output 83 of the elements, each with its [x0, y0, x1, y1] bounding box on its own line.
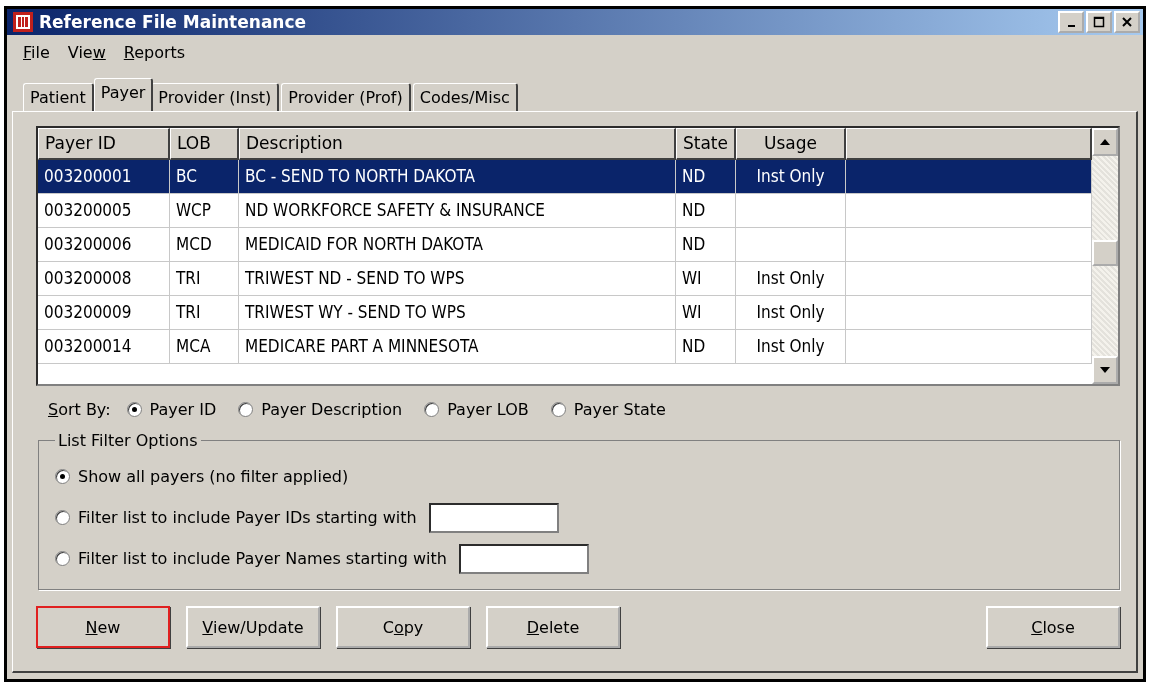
close-dialog-button[interactable]: Close — [986, 606, 1120, 648]
maximize-icon — [1093, 16, 1105, 28]
group-title: List Filter Options — [57, 431, 199, 450]
table-cell: 003200001 — [44, 166, 132, 186]
input-field[interactable] — [458, 543, 589, 574]
table-row[interactable]: 003200014 MCA MEDICARE PART A MINNESOTA ND Inst Only — [38, 330, 1092, 364]
table-cell: WI — [682, 268, 702, 288]
table-row[interactable]: 003200001 BC BC - SEND TO NORTH DAKOTA ND Inst Only — [38, 160, 1092, 194]
radio-option[interactable]: Payer State — [550, 400, 666, 419]
table-cell: ND WORKFORCE SAFETY & INSURANCE — [245, 200, 545, 220]
table-cell: ND — [682, 166, 706, 186]
table-cell: ND — [682, 200, 706, 220]
table-cell: Inst Only — [756, 166, 825, 186]
table-cell: Inst Only — [756, 336, 825, 356]
table-cell: BC - SEND TO NORTH DAKOTA — [245, 166, 475, 186]
table-cell: MEDICARE PART A MINNESOTA — [245, 336, 479, 356]
radio-button[interactable] — [55, 469, 70, 484]
table-row[interactable]: 003200008 TRI TRIWEST ND - SEND TO WPS WI Inst Only — [38, 262, 1092, 296]
table-row[interactable]: 003200006 MCD MEDICAID FOR NORTH DAKOTA ND — [38, 228, 1092, 262]
column-header[interactable]: LOB — [170, 128, 239, 160]
tab[interactable]: Payer — [93, 78, 154, 111]
table-cell: Inst Only — [756, 302, 825, 322]
radio-option[interactable]: Payer ID — [126, 400, 217, 419]
app-icon — [13, 12, 33, 32]
table-cell: WCP — [176, 200, 212, 220]
table-cell: 003200005 — [44, 200, 132, 220]
table-cell: TRIWEST ND - SEND TO WPS — [245, 268, 465, 288]
table-cell: MCD — [176, 234, 212, 254]
menu-item[interactable]: Reports — [121, 43, 188, 62]
table-cell: MEDICAID FOR NORTH DAKOTA — [245, 234, 483, 254]
input-field[interactable] — [428, 502, 559, 533]
minimize-icon — [1067, 25, 1075, 27]
table-row[interactable]: 003200009 TRI TRIWEST WY - SEND TO WPS WI Inst Only — [38, 296, 1092, 330]
action-button[interactable]: Copy — [336, 606, 470, 648]
radio-label: Filter list to include Payer Names starting with — [78, 549, 447, 568]
action-button[interactable]: New — [36, 606, 170, 648]
tab[interactable]: Codes/Misc — [412, 83, 518, 111]
minimize-button[interactable] — [1058, 11, 1084, 33]
radio-label: Filter list to include Payer IDs starting with — [78, 508, 417, 527]
radio-button[interactable] — [424, 402, 440, 417]
table-cell: 003200014 — [44, 336, 132, 356]
down-arrow-icon — [1100, 367, 1110, 373]
column-header[interactable]: Description — [239, 128, 676, 160]
radio-button[interactable] — [238, 402, 254, 417]
table-cell: ND — [682, 336, 706, 356]
table-cell: TRIWEST WY - SEND TO WPS — [245, 302, 466, 322]
radio-label: Payer State — [573, 400, 666, 419]
radio-button[interactable] — [55, 551, 70, 566]
tab[interactable]: Provider (Inst) — [151, 83, 280, 111]
maximize-button[interactable] — [1086, 11, 1112, 33]
column-header[interactable]: State — [676, 128, 736, 160]
close-icon — [1121, 16, 1133, 28]
action-button[interactable]: Delete — [486, 606, 620, 648]
window-title: Reference File Maintenance — [39, 12, 308, 32]
radio-option[interactable]: Payer LOB — [424, 400, 529, 419]
table-cell: BC — [176, 166, 197, 186]
radio-label: Payer LOB — [447, 400, 529, 419]
up-arrow-icon — [1100, 139, 1110, 145]
menu-item[interactable]: View — [65, 43, 108, 62]
radio-label: Show all payers (no filter applied) — [78, 467, 349, 486]
table-row[interactable]: 003200005 WCP ND WORKFORCE SAFETY & INSURANCE ND — [38, 194, 1092, 228]
radio-label: Payer ID — [149, 400, 217, 419]
tab[interactable]: Provider (Prof) — [281, 83, 411, 111]
table-cell: TRI — [176, 302, 201, 322]
table-cell: Inst Only — [756, 268, 825, 288]
column-header[interactable]: Payer ID — [38, 128, 170, 160]
vertical-scrollbar[interactable] — [1092, 128, 1118, 384]
table-cell: 003200009 — [44, 302, 132, 322]
table-cell: ND — [682, 234, 706, 254]
radio-button[interactable] — [55, 510, 70, 525]
radio-button[interactable] — [126, 402, 142, 417]
tab[interactable]: Patient — [23, 83, 94, 111]
table-cell: 003200008 — [44, 268, 132, 288]
action-button[interactable]: View/Update — [186, 606, 320, 648]
table-cell: WI — [682, 302, 702, 322]
scroll-thumb[interactable] — [1092, 240, 1118, 266]
menu-item[interactable]: File — [21, 43, 52, 62]
table-cell: MCA — [176, 336, 211, 356]
sort-by-label: Sort By: — [48, 400, 111, 419]
table-cell: 003200006 — [44, 234, 132, 254]
close-button[interactable] — [1114, 11, 1140, 33]
column-header[interactable]: Usage — [736, 128, 846, 160]
table-cell: TRI — [176, 268, 201, 288]
